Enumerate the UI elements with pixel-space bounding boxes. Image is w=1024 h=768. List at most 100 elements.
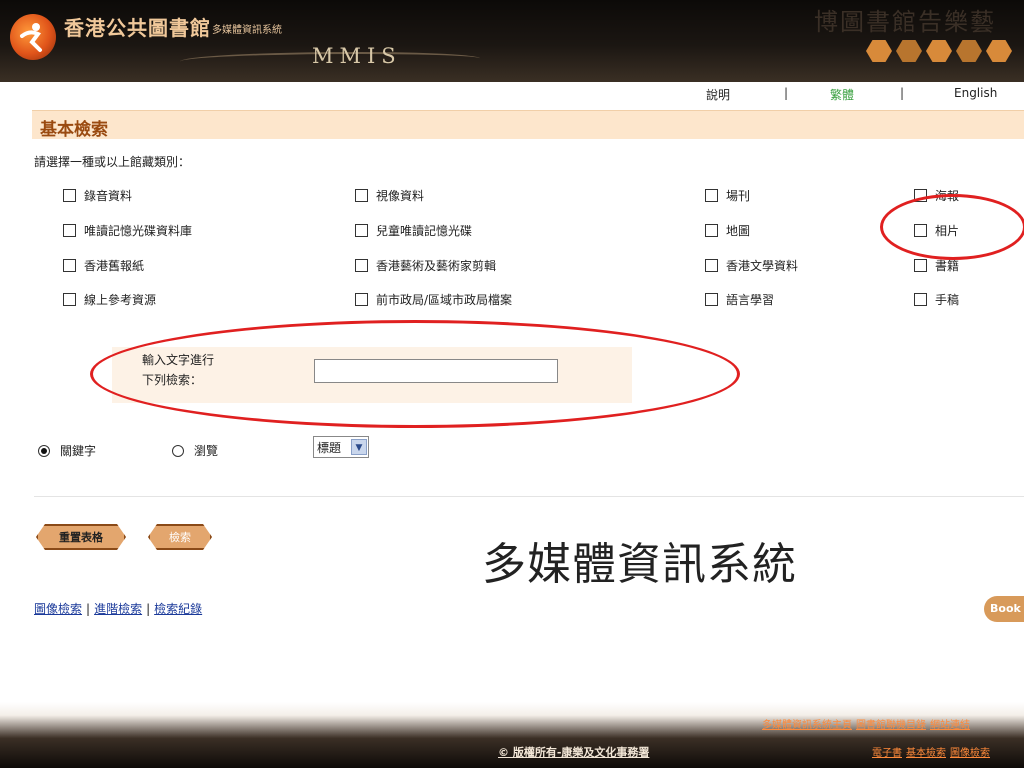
checkbox-icon[interactable] bbox=[914, 189, 927, 202]
hex-icon bbox=[956, 40, 982, 62]
link-separator: | bbox=[86, 602, 91, 616]
search-input[interactable] bbox=[314, 359, 558, 383]
divider bbox=[34, 496, 1024, 497]
browse-radio[interactable]: 瀏覽 bbox=[172, 442, 218, 459]
category-checkbox[interactable]: 線上參考資源 bbox=[63, 291, 156, 308]
mmis-brand: MMIS bbox=[312, 44, 402, 68]
category-checkbox[interactable]: 場刊 bbox=[705, 187, 750, 204]
checkbox-icon[interactable] bbox=[705, 259, 718, 272]
library-logo-icon[interactable] bbox=[10, 14, 56, 60]
top-links: 說明 | 繁體 | English bbox=[700, 84, 1024, 102]
category-checkbox[interactable]: 香港藝術及藝術家剪輯 bbox=[355, 257, 496, 274]
footer-link[interactable]: 網站連結 bbox=[930, 720, 970, 731]
advanced-search-link[interactable]: 進階檢索 bbox=[94, 602, 142, 616]
banner-decor-text: 博圖書館告樂藝 bbox=[814, 8, 996, 36]
category-label: 錄音資料 bbox=[84, 189, 133, 203]
library-name: 香港公共圖書館 bbox=[64, 16, 211, 40]
category-label: 前市政局/區域市政局檔案 bbox=[376, 293, 513, 307]
checkbox-icon[interactable] bbox=[63, 189, 76, 202]
keyword-label: 關鍵字 bbox=[60, 444, 97, 458]
book-badge[interactable]: Book bbox=[984, 596, 1024, 622]
checkbox-icon[interactable] bbox=[355, 293, 368, 306]
system-subtitle: 多媒體資訊系統 bbox=[212, 25, 282, 36]
category-label: 兒童唯讀記憶光碟 bbox=[376, 224, 473, 238]
chevron-down-icon[interactable]: ▼ bbox=[351, 439, 367, 455]
footer-link[interactable]: 圖書館聯機目錄 bbox=[856, 720, 926, 731]
category-label: 香港文學資料 bbox=[726, 259, 799, 273]
footer-links-row2: 電子書 基本檢索 圖像檢索 bbox=[872, 744, 994, 759]
category-label: 線上參考資源 bbox=[84, 293, 157, 307]
category-checkbox[interactable]: 海報 bbox=[914, 187, 959, 204]
search-history-link[interactable]: 檢索紀錄 bbox=[154, 602, 202, 616]
checkbox-icon[interactable] bbox=[355, 189, 368, 202]
category-checkbox[interactable]: 手稿 bbox=[914, 291, 959, 308]
hex-icon bbox=[896, 40, 922, 62]
checkbox-icon[interactable] bbox=[914, 293, 927, 306]
help-link[interactable]: 說明 bbox=[706, 86, 730, 103]
category-label: 視像資料 bbox=[376, 189, 425, 203]
search-label-line1: 輸入文字進行 bbox=[142, 353, 215, 367]
category-checkbox[interactable]: 錄音資料 bbox=[63, 187, 132, 204]
category-label: 地圖 bbox=[726, 224, 751, 238]
category-checkbox[interactable]: 香港文學資料 bbox=[705, 257, 798, 274]
category-checkbox[interactable]: 語言學習 bbox=[705, 291, 774, 308]
search-button[interactable]: 檢索 bbox=[148, 524, 212, 550]
overlay-title: 多媒體資訊系統 bbox=[482, 539, 797, 590]
checkbox-icon[interactable] bbox=[355, 224, 368, 237]
checkbox-icon[interactable] bbox=[705, 224, 718, 237]
search-label: 輸入文字進行 下列檢索： bbox=[142, 350, 214, 390]
category-checkbox[interactable]: 視像資料 bbox=[355, 187, 424, 204]
page-title: 基本檢索 bbox=[40, 120, 108, 140]
category-checkbox[interactable]: 香港舊報紙 bbox=[63, 257, 144, 274]
category-label: 語言學習 bbox=[726, 293, 775, 307]
link-separator: | bbox=[146, 602, 151, 616]
category-label: 香港藝術及藝術家剪輯 bbox=[376, 259, 497, 273]
checkbox-icon[interactable] bbox=[63, 224, 76, 237]
category-checkbox[interactable]: 相片 bbox=[914, 222, 959, 239]
category-label: 香港舊報紙 bbox=[84, 259, 145, 273]
image-search-link[interactable]: 圖像檢索 bbox=[34, 602, 82, 616]
category-label: 書籍 bbox=[935, 259, 960, 273]
radio-selected-icon[interactable] bbox=[38, 444, 50, 457]
traditional-chinese-link[interactable]: 繁體 bbox=[830, 86, 854, 103]
checkbox-icon[interactable] bbox=[705, 293, 718, 306]
category-checkbox[interactable]: 書籍 bbox=[914, 257, 959, 274]
category-checkbox[interactable]: 兒童唯讀記憶光碟 bbox=[355, 222, 472, 239]
hex-icon bbox=[866, 40, 892, 62]
category-label: 唯讀記憶光碟資料庫 bbox=[84, 224, 193, 238]
footer-link[interactable]: 多媒體資訊系統主頁 bbox=[762, 720, 852, 731]
category-prompt: 請選擇一種或以上館藏類別： bbox=[34, 155, 191, 169]
checkbox-icon[interactable] bbox=[355, 259, 368, 272]
hex-icon bbox=[986, 40, 1012, 62]
checkbox-icon[interactable] bbox=[705, 189, 718, 202]
radio-icon[interactable] bbox=[172, 444, 184, 457]
field-select-value: 標題 bbox=[317, 440, 342, 455]
search-label-line2: 下列檢索： bbox=[142, 373, 203, 387]
category-label: 手稿 bbox=[935, 293, 960, 307]
page-title-bar: 基本檢索 bbox=[32, 110, 1024, 140]
category-checkbox[interactable]: 地圖 bbox=[705, 222, 750, 239]
banner-hex-decor bbox=[864, 40, 1024, 64]
category-label: 海報 bbox=[935, 189, 960, 203]
header-banner: 香港公共圖書館 多媒體資訊系統 MMIS 博圖書館告樂藝 bbox=[0, 0, 1024, 82]
link-separator: | bbox=[900, 86, 905, 100]
category-label: 相片 bbox=[935, 224, 960, 238]
checkbox-icon[interactable] bbox=[63, 293, 76, 306]
footer-link[interactable]: 電子書 bbox=[872, 748, 902, 759]
footer-link[interactable]: 圖像檢索 bbox=[950, 748, 990, 759]
checkbox-icon[interactable] bbox=[914, 224, 927, 237]
category-checkbox[interactable]: 唯讀記憶光碟資料庫 bbox=[63, 222, 192, 239]
copyright-link[interactable]: © 版權所有-康樂及文化事務署 bbox=[498, 744, 649, 760]
search-links: 圖像檢索 | 進階檢索 | 檢索紀錄 bbox=[34, 600, 202, 617]
checkbox-icon[interactable] bbox=[914, 259, 927, 272]
checkbox-icon[interactable] bbox=[63, 259, 76, 272]
english-link[interactable]: English bbox=[954, 86, 997, 100]
category-checkbox[interactable]: 前市政局/區域市政局檔案 bbox=[355, 291, 512, 308]
footer-link[interactable]: 基本檢索 bbox=[906, 748, 946, 759]
footer-links-row1: 多媒體資訊系統主頁 圖書館聯機目錄 網站連結 bbox=[762, 716, 974, 731]
hex-icon bbox=[926, 40, 952, 62]
reset-button[interactable]: 重置表格 bbox=[36, 524, 126, 550]
browse-label: 瀏覽 bbox=[194, 444, 219, 458]
keyword-radio[interactable]: 關鍵字 bbox=[38, 442, 96, 459]
field-select[interactable]: 標題 ▼ bbox=[313, 436, 369, 458]
